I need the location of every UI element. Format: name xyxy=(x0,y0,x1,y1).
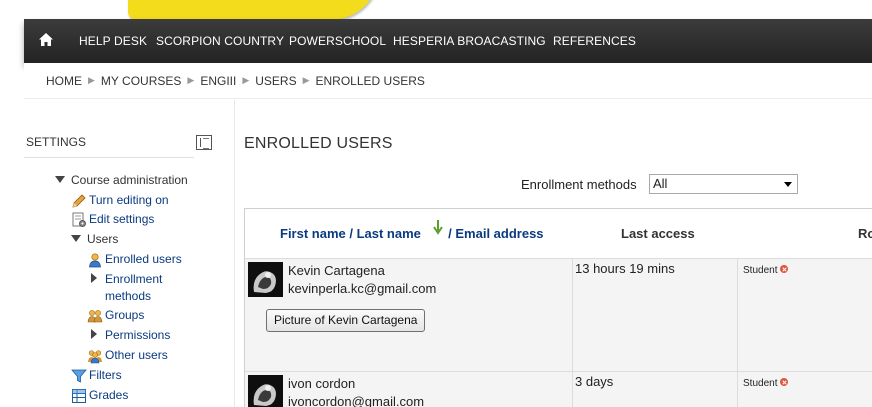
sidebar-item-permissions[interactable]: Permissions xyxy=(91,328,170,342)
sidebar-item-enrolled-users[interactable]: Enrolled users xyxy=(105,252,182,266)
last-access-value: 3 days xyxy=(575,374,614,389)
sort-first-name-link[interactable]: First name xyxy=(280,226,346,241)
home-icon[interactable] xyxy=(38,31,54,49)
sort-email-link[interactable]: Email address xyxy=(455,226,543,241)
sidebar-item-users[interactable]: Users xyxy=(71,232,118,246)
user-email: kevinperla.kc@gmail.com xyxy=(288,281,437,296)
dock-block-icon[interactable] xyxy=(196,135,212,150)
breadcrumb-users[interactable]: USERS xyxy=(255,74,296,88)
breadcrumb-separator-icon: ▶ xyxy=(302,75,310,85)
site-logo xyxy=(128,0,380,20)
breadcrumb-separator-icon: ▶ xyxy=(187,75,195,85)
last-access-column-header[interactable]: Last access xyxy=(621,209,695,259)
sidebar-item-enrollment-methods-line2[interactable]: methods xyxy=(105,289,151,303)
enrolled-users-table: First name / Last name / Email address L… xyxy=(244,208,872,407)
groups-icon xyxy=(87,310,103,323)
breadcrumb: HOME ▶ MY COURSES ▶ ENGIII ▶ USERS ▶ ENR… xyxy=(24,63,872,99)
nav-scorpion-country[interactable]: SCORPION COUNTRY xyxy=(156,19,284,63)
breadcrumb-home[interactable]: HOME xyxy=(46,74,82,88)
sidebar-item-enrollment-methods[interactable]: Enrollment xyxy=(91,272,162,286)
settings-icon xyxy=(72,212,86,227)
dropdown-arrow-icon xyxy=(784,182,792,187)
last-access-value: 13 hours 19 mins xyxy=(575,261,675,276)
expand-right-icon xyxy=(91,273,97,283)
settings-title: SETTINGS xyxy=(26,135,87,149)
roles-column-header[interactable]: Ro xyxy=(858,209,872,259)
nav-references[interactable]: REFERENCES xyxy=(553,19,636,63)
breadcrumb-separator-icon: ▶ xyxy=(242,75,250,85)
sidebar-item-course-administration[interactable]: Course administration xyxy=(55,173,188,187)
nav-powerschool[interactable]: POWERSCHOOL xyxy=(289,19,386,63)
pencil-icon xyxy=(72,194,86,208)
breadcrumb-course[interactable]: ENGIII xyxy=(200,74,236,88)
expand-down-icon xyxy=(71,235,81,242)
sidebar-item-filters[interactable]: Filters xyxy=(89,368,122,382)
enrollment-methods-label: Enrollment methods xyxy=(521,177,637,192)
table-row: Kevin Cartagena kevinperla.kc@gmail.com … xyxy=(245,258,872,372)
expand-down-icon xyxy=(55,176,65,183)
remove-role-icon[interactable] xyxy=(780,265,789,273)
sidebar-item-grades[interactable]: Grades xyxy=(89,388,128,402)
sidebar-item-groups[interactable]: Groups xyxy=(105,308,144,322)
role-badge: Student xyxy=(743,378,789,389)
avatar[interactable] xyxy=(248,375,283,407)
user-full-name: ivon cordon xyxy=(288,376,356,391)
user-full-name: Kevin Cartagena xyxy=(288,263,385,278)
sidebar-item-turn-editing-on[interactable]: Turn editing on xyxy=(89,193,169,207)
user-icon xyxy=(89,253,101,268)
table-row: ivon cordon ivoncordon@gmail.com 3 days … xyxy=(245,371,872,407)
page-title: ENROLLED USERS xyxy=(244,135,393,152)
expand-right-icon xyxy=(91,329,97,339)
other-users-icon xyxy=(88,350,102,364)
user-picture-button[interactable]: Picture of Kevin Cartagena xyxy=(266,309,426,332)
filter-icon xyxy=(71,369,87,383)
user-email: ivoncordon@gmail.com xyxy=(288,394,425,407)
sort-last-name-link[interactable]: Last name xyxy=(357,226,421,241)
nav-hesperia-broacasting[interactable]: HESPERIA BROACASTING xyxy=(393,19,546,63)
sort-down-arrow-icon[interactable] xyxy=(432,219,443,235)
user-column-header: First name / Last name / Email address xyxy=(280,209,544,259)
grades-icon xyxy=(72,389,86,403)
remove-role-icon[interactable] xyxy=(780,378,789,386)
role-badge: Student xyxy=(743,265,789,276)
top-navigation-bar: HELP DESK SCORPION COUNTRY POWERSCHOOL H… xyxy=(24,19,872,63)
breadcrumb-separator-icon: ▶ xyxy=(88,75,95,85)
avatar[interactable] xyxy=(248,262,283,297)
enrollment-methods-select[interactable]: All xyxy=(649,174,798,194)
sidebar-item-other-users[interactable]: Other users xyxy=(105,348,168,362)
nav-help-desk[interactable]: HELP DESK xyxy=(79,19,147,63)
sidebar-item-edit-settings[interactable]: Edit settings xyxy=(89,212,154,226)
breadcrumb-my-courses[interactable]: MY COURSES xyxy=(101,74,181,88)
settings-block-header: SETTINGS xyxy=(24,130,194,158)
breadcrumb-enrolled-users: ENROLLED USERS xyxy=(315,73,425,88)
